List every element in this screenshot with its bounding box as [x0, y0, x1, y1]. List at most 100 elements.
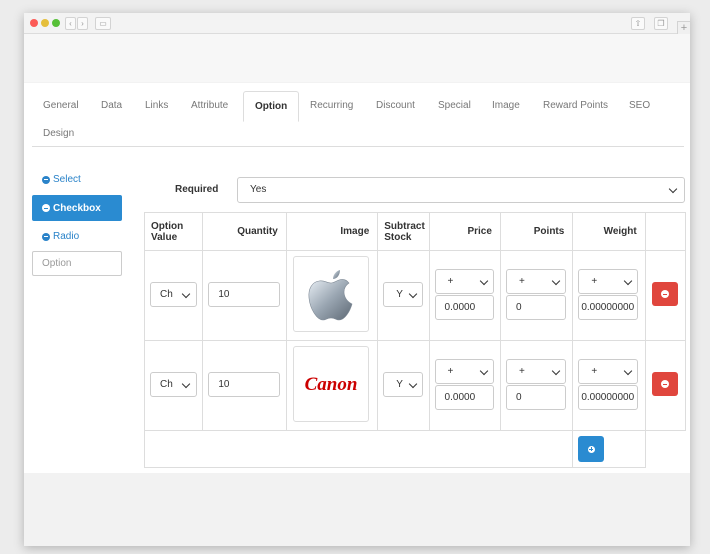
chevron-down-icon [551, 366, 561, 376]
table-row: Ch 10 Y + 0.0000 + 0 + 0.00000000 [143, 250, 687, 341]
option-image-thumbnail[interactable]: Canon [292, 346, 369, 422]
tab-reward-points[interactable]: Reward Points [543, 100, 608, 112]
option-value-text: Ch [160, 289, 173, 300]
chevron-down-icon [668, 184, 678, 194]
tab-bar: General Data Links Attribute Option Recu… [24, 83, 690, 149]
browser-titlebar: ‹ › ▭ ⇧ ❐ + [24, 13, 690, 34]
chevron-down-icon [409, 289, 418, 299]
sidebar-item-label: Checkbox [53, 202, 101, 214]
points-prefix-select[interactable]: + [505, 269, 566, 294]
tab-design[interactable]: Design [43, 128, 74, 140]
col-option-value: Option Value [143, 212, 204, 251]
back-icon[interactable]: ‹ [65, 17, 76, 30]
required-select-value: Yes [250, 184, 267, 195]
points-prefix-select[interactable]: + [505, 359, 566, 384]
product-form-panel: General Data Links Attribute Option Recu… [24, 83, 690, 473]
minimize-dot[interactable] [41, 19, 49, 27]
weight-input[interactable]: 0.00000000 [578, 385, 639, 410]
minus-circle-icon [660, 380, 669, 388]
table-footer-row [143, 430, 686, 468]
footer-empty-cell [645, 431, 685, 468]
remove-icon [42, 204, 50, 212]
quantity-input[interactable]: 10 [208, 372, 281, 397]
sidebar-item-label: Select [53, 174, 81, 185]
weight-prefix-select[interactable]: + [578, 359, 639, 384]
weight-input[interactable]: 0.00000000 [578, 295, 639, 320]
tab-discount[interactable]: Discount [376, 100, 415, 112]
chevron-down-icon [624, 276, 633, 286]
weight-prefix-value: + [591, 366, 598, 377]
tab-recurring[interactable]: Recurring [310, 100, 353, 112]
footer-spacer [143, 430, 574, 468]
tab-special[interactable]: Special [438, 100, 471, 112]
minus-circle-icon [660, 290, 669, 298]
plus-circle-icon [587, 445, 595, 453]
maximize-dot[interactable] [52, 19, 60, 27]
add-option-value-button[interactable] [578, 436, 605, 462]
sidebar-item-select[interactable]: Select [42, 174, 81, 185]
price-prefix-value: + [447, 276, 454, 287]
weight-prefix-select[interactable]: + [578, 269, 639, 294]
points-input[interactable]: 0 [505, 295, 566, 320]
svg-text:Canon: Canon [304, 374, 357, 395]
canon-logo-image: Canon [304, 374, 357, 395]
subtract-stock-select[interactable]: Y [383, 372, 424, 397]
col-action [644, 212, 687, 251]
col-subtract-stock: Subtract Stock [377, 212, 430, 251]
chevron-down-icon [624, 366, 633, 376]
tab-data[interactable]: Data [101, 100, 122, 112]
price-input[interactable]: 0.0000 [434, 385, 494, 410]
tab-image[interactable]: Image [492, 100, 520, 112]
sidebar-toggle-icon[interactable]: ▭ [95, 17, 111, 30]
apple-logo-image [308, 270, 353, 321]
sidebar-item-radio[interactable]: Radio [42, 231, 79, 242]
tab-option[interactable]: Option [243, 91, 300, 122]
remove-row-button[interactable] [651, 282, 678, 306]
price-prefix-select[interactable]: + [434, 269, 494, 294]
sidebar-item-label: Radio [53, 231, 80, 242]
option-value-select[interactable]: Ch [150, 372, 197, 397]
weight-prefix-value: + [591, 276, 598, 287]
required-select[interactable]: Yes [237, 177, 685, 203]
col-weight: Weight [572, 212, 646, 251]
remove-row-button[interactable] [651, 372, 678, 396]
close-dot[interactable] [30, 19, 38, 27]
points-input[interactable]: 0 [505, 385, 566, 410]
chevron-down-icon [181, 379, 191, 389]
points-prefix-value: + [518, 276, 525, 287]
forward-icon[interactable]: › [77, 17, 88, 30]
subtract-stock-value: Y [396, 379, 403, 390]
chevron-down-icon [479, 366, 488, 376]
tab-general[interactable]: General [43, 100, 79, 112]
footer-add-cell [572, 430, 646, 468]
tab-divider [32, 146, 684, 147]
page-header [24, 34, 690, 82]
tab-links[interactable]: Links [145, 100, 168, 112]
table-row: Ch 10 Canon Y + 0.0000 + 0 + 0.00000000 [143, 340, 687, 431]
required-label: Required [175, 184, 219, 195]
quantity-input[interactable]: 10 [208, 282, 281, 307]
table-header-row: Option Value Quantity Image Subtract Sto… [143, 212, 687, 251]
option-autocomplete-input[interactable]: Option [32, 251, 122, 276]
col-quantity: Quantity [202, 212, 287, 251]
tab-attribute[interactable]: Attribute [191, 100, 228, 112]
option-value-text: Ch [160, 379, 173, 390]
option-values-table: Option Value Quantity Image Subtract Sto… [143, 212, 687, 468]
col-points: Points [499, 212, 574, 251]
option-image-thumbnail[interactable] [292, 256, 369, 332]
price-prefix-value: + [447, 366, 454, 377]
subtract-stock-value: Y [396, 289, 403, 300]
remove-icon [42, 232, 50, 241]
price-prefix-select[interactable]: + [434, 359, 494, 384]
new-tab-icon[interactable]: + [677, 21, 690, 34]
tabs-icon[interactable]: ❐ [654, 17, 668, 30]
share-icon[interactable]: ⇧ [631, 17, 645, 30]
tab-seo[interactable]: SEO [629, 100, 650, 112]
remove-icon [42, 175, 50, 184]
option-value-select[interactable]: Ch [150, 282, 197, 307]
price-input[interactable]: 0.0000 [434, 295, 494, 320]
col-image: Image [285, 212, 379, 251]
chevron-down-icon [551, 276, 561, 286]
sidebar-item-checkbox[interactable]: Checkbox [32, 195, 122, 221]
subtract-stock-select[interactable]: Y [383, 282, 424, 307]
